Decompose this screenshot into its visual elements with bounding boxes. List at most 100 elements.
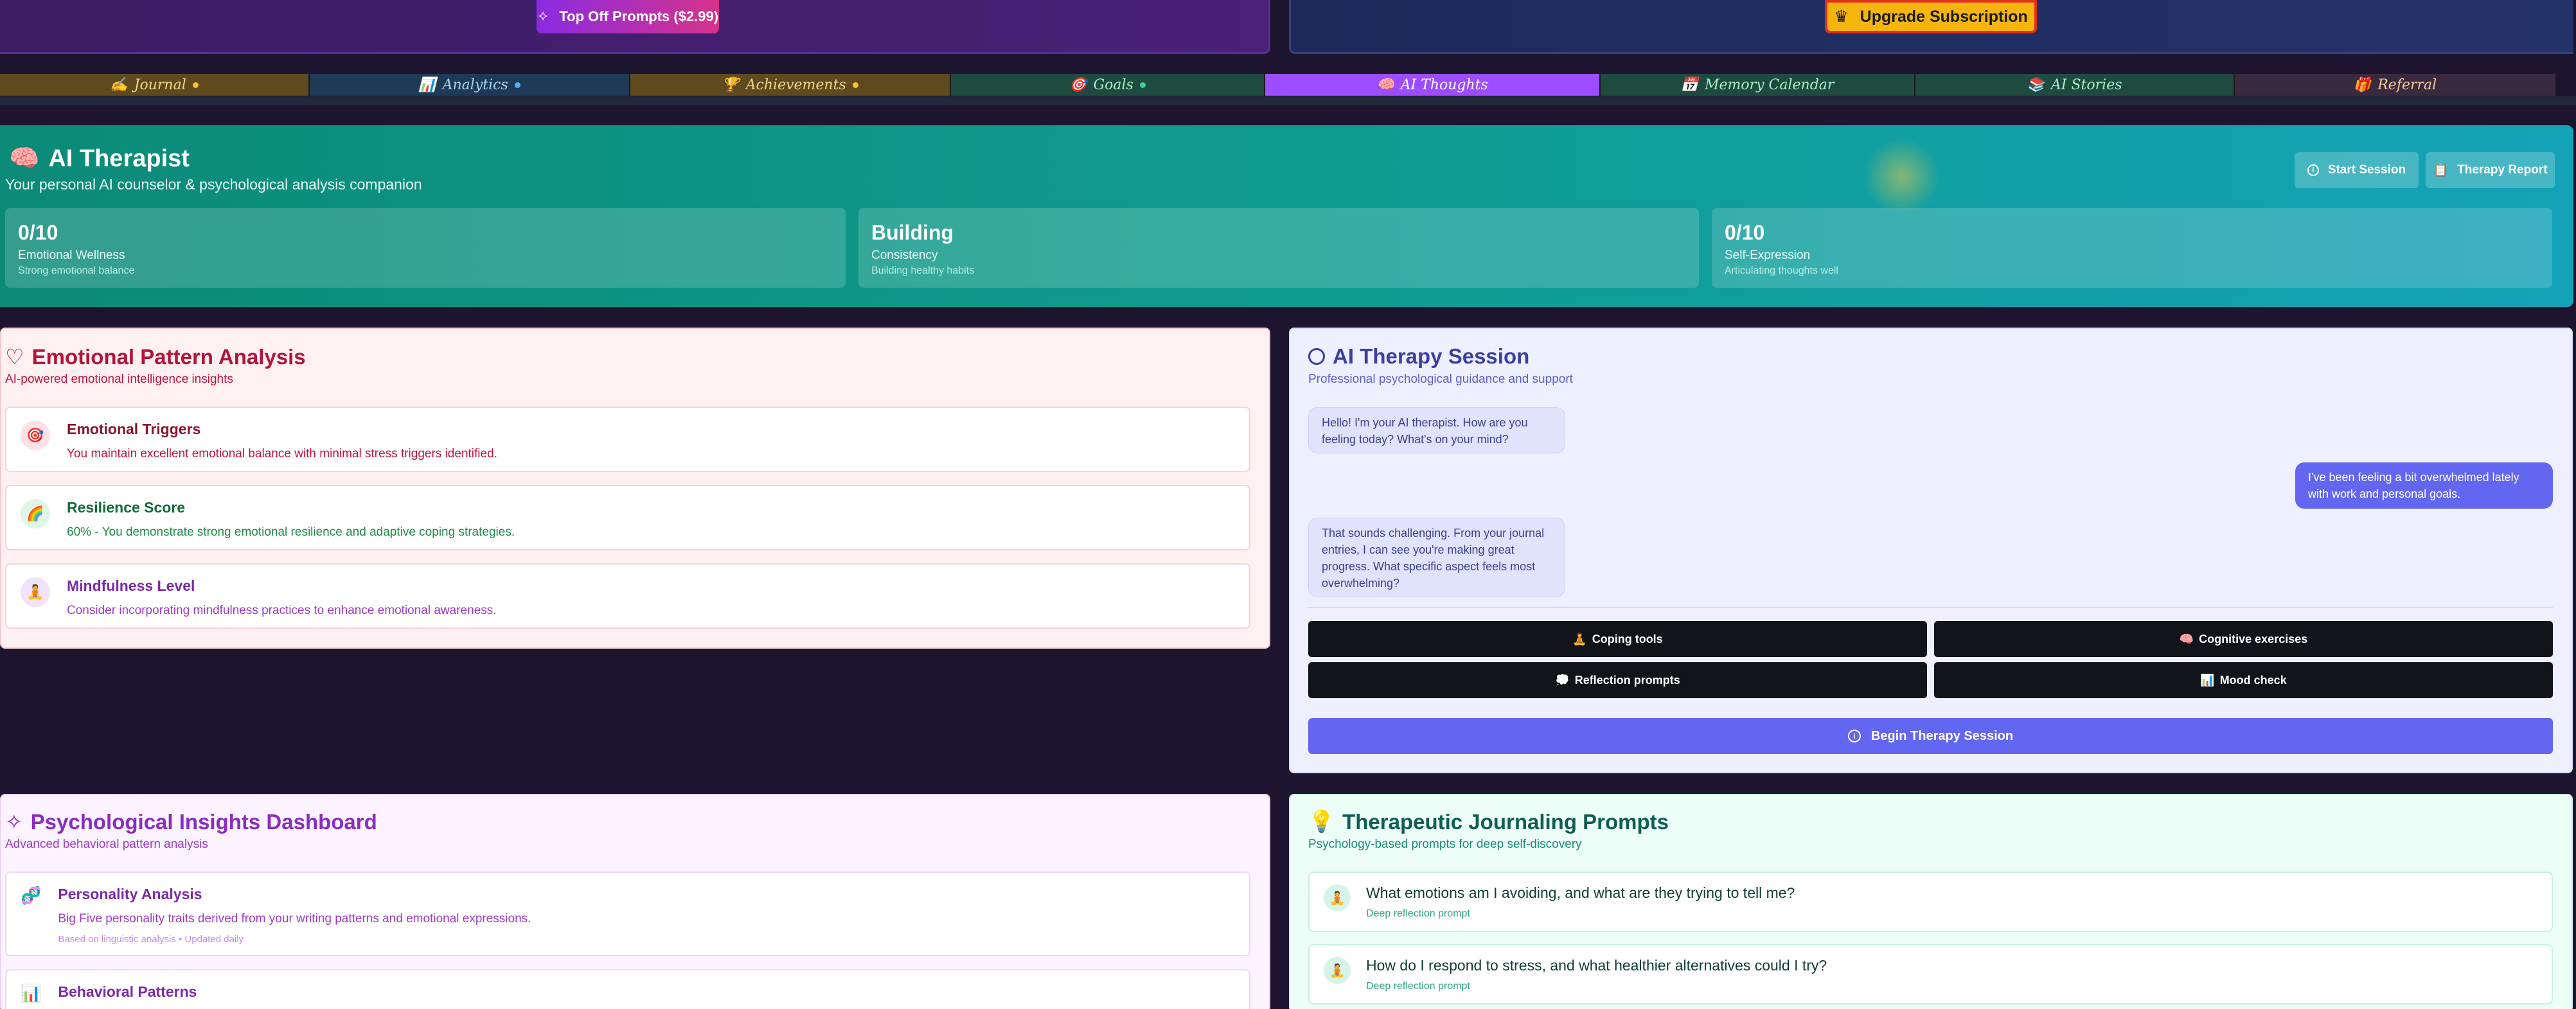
stat-desc: Building healthy habits: [871, 265, 975, 276]
ai-therapy-session-title-text: AI Therapy Session: [1333, 344, 1530, 368]
journaling-prompts-title: 💡 Therapeutic Journaling Prompts: [1308, 809, 1669, 834]
cognitive-exercises-button[interactable]: 🧠 Cognitive exercises: [1934, 621, 2553, 657]
prompt-meta: Deep reflection prompt: [1366, 981, 1470, 992]
meditation-icon: 🧘: [1572, 632, 1587, 645]
tab-indicator-dot: [1139, 82, 1146, 88]
target-icon: 🎯: [1069, 76, 1087, 93]
stat-desc: Strong emotional balance: [18, 265, 135, 276]
emotional-pattern-title-text: Emotional Pattern Analysis: [31, 344, 306, 369]
insight-card-behavioral-patterns: 📊 Behavioral Patterns: [5, 969, 1250, 1009]
sparkle-icon: ✧: [537, 8, 549, 24]
crown-icon: ♛: [1834, 8, 1849, 26]
hero-subtitle: Your personal AI counselor & psychologic…: [5, 176, 422, 193]
upgrade-subscription-button[interactable]: ♛ Upgrade Subscription: [1825, 0, 2037, 33]
calendar-icon: 📅: [1680, 76, 1698, 93]
card-title: Behavioral Patterns: [58, 983, 197, 1000]
therapy-report-label: Therapy Report: [2457, 163, 2548, 177]
dna-icon: 🧬: [21, 886, 42, 905]
lightbulb-icon: 💡: [1308, 809, 1335, 833]
stat-consistency: Building Consistency Building healthy ha…: [858, 208, 1699, 288]
brain-icon: 🧠: [1376, 76, 1394, 93]
insight-card-mindfulness-level: 🧘 Mindfulness Level Consider incorporati…: [5, 563, 1250, 629]
tab-goals[interactable]: 🎯 Goals: [951, 74, 1265, 96]
reflection-prompts-button[interactable]: 💭 Reflection prompts: [1308, 662, 1927, 698]
stat-label: Emotional Wellness: [18, 249, 125, 262]
stat-self-expression: 0/10 Self-Expression Articulating though…: [1712, 208, 2552, 288]
therapy-report-button[interactable]: 📋 Therapy Report: [2426, 152, 2555, 188]
card-text: You maintain excellent emotional balance…: [67, 447, 497, 461]
prompt-meta: Deep reflection prompt: [1366, 908, 1470, 919]
tab-label: AI Stories: [2050, 76, 2122, 93]
tab-analytics[interactable]: 📊 Analytics: [310, 74, 630, 96]
chat-message-user: I've been feeling a bit overwhelmed late…: [2295, 462, 2553, 509]
brain-icon: 🧠: [2179, 632, 2194, 645]
mood-check-button[interactable]: 📊 Mood check: [1934, 662, 2553, 698]
tab-journal[interactable]: ✍ Journal: [0, 74, 310, 96]
start-session-button[interactable]: i Start Session: [2295, 152, 2419, 188]
stat-desc: Articulating thoughts well: [1725, 265, 1838, 276]
tab-label: Memory Calendar: [1704, 76, 1834, 93]
psychological-insights-subtitle: Advanced behavioral pattern analysis: [5, 838, 208, 851]
tab-label: Achievements: [745, 76, 846, 93]
chart-icon: 📊: [418, 76, 436, 93]
top-off-prompts-button[interactable]: ✧ Top Off Prompts ($2.99): [537, 0, 719, 33]
card-title: Emotional Triggers: [67, 421, 201, 437]
journaling-prompts-subtitle: Psychology-based prompts for deep self-d…: [1308, 838, 1582, 851]
ai-therapy-session-subtitle: Professional psychological guidance and …: [1308, 373, 1573, 386]
insight-card-personality-analysis: 🧬 Personality Analysis Big Five personal…: [5, 872, 1250, 956]
card-text: Consider incorporating mindfulness pract…: [67, 604, 497, 617]
card-meta: Based on linguistic analysis • Updated d…: [58, 934, 244, 945]
journaling-prompts-title-text: Therapeutic Journaling Prompts: [1342, 809, 1669, 834]
insight-card-resilience-score: 🌈 Resilience Score 60% - You demonstrate…: [5, 485, 1250, 550]
hero-title: 🧠 AI Therapist: [9, 145, 190, 173]
emotional-pattern-title: ♡ Emotional Pattern Analysis: [5, 344, 306, 369]
tab-label: Analytics: [442, 76, 508, 93]
hero-glow-decoration: [1863, 138, 1941, 215]
tab-strip-underline: [0, 96, 2576, 105]
tab-indicator-dot: [192, 82, 199, 88]
tab-label: AI Thoughts: [1400, 76, 1488, 93]
card-title: Resilience Score: [67, 499, 186, 516]
quick-button-label: Cognitive exercises: [2199, 632, 2308, 645]
thought-bubble-icon: 💭: [1555, 673, 1570, 687]
tab-indicator-dot: [852, 82, 858, 88]
tab-label: Journal: [134, 76, 186, 93]
gift-icon: 🎁: [2353, 76, 2372, 93]
begin-therapy-session-button[interactable]: i Begin Therapy Session: [1308, 718, 2553, 754]
tab-memory-calendar[interactable]: 📅 Memory Calendar: [1601, 74, 1915, 96]
stat-value: 0/10: [1725, 221, 1765, 244]
tab-indicator-dot: [514, 82, 520, 88]
tab-achievements[interactable]: 🏆 Achievements: [630, 74, 951, 96]
card-title: Mindfulness Level: [67, 577, 195, 594]
journal-icon: ✍: [110, 76, 128, 93]
quick-button-label: Mood check: [2219, 673, 2287, 687]
coping-tools-button[interactable]: 🧘 Coping tools: [1308, 621, 1927, 657]
upgrade-subscription-label: Upgrade Subscription: [1860, 7, 2028, 26]
tab-ai-thoughts[interactable]: 🧠 AI Thoughts: [1265, 74, 1601, 96]
heart-icon: ♡: [5, 345, 24, 369]
prompt-text: How do I respond to stress, and what hea…: [1366, 957, 1827, 974]
chart-icon: 📊: [21, 983, 42, 1003]
trophy-icon: 🏆: [722, 76, 740, 93]
info-icon: i: [2307, 164, 2319, 176]
tab-referral[interactable]: 🎁 Referral: [2235, 74, 2557, 96]
top-off-prompts-label: Top Off Prompts ($2.99): [559, 8, 719, 24]
stat-value: Building: [871, 221, 954, 244]
meditation-icon: 🧘: [21, 577, 50, 607]
prompt-text: What emotions am I avoiding, and what ar…: [1366, 884, 1795, 901]
journaling-prompt-item[interactable]: 🧘 What emotions am I avoiding, and what …: [1308, 872, 2553, 932]
journaling-prompt-item[interactable]: 🧘 How do I respond to stress, and what h…: [1308, 944, 2553, 1005]
info-icon: i: [1847, 730, 1861, 742]
psychological-insights-title: ✧ Psychological Insights Dashboard: [5, 809, 377, 834]
tab-ai-stories[interactable]: 📚 AI Stories: [1915, 74, 2235, 96]
psychological-insights-title-text: Psychological Insights Dashboard: [30, 809, 377, 834]
stat-label: Self-Expression: [1725, 249, 1811, 262]
chat-message-ai: That sounds challenging. From your journ…: [1308, 518, 1565, 597]
stat-emotional-wellness: 0/10 Emotional Wellness Strong emotional…: [5, 208, 846, 288]
tab-label: Referral: [2377, 76, 2437, 93]
insight-card-emotional-triggers: 🎯 Emotional Triggers You maintain excell…: [5, 407, 1250, 472]
stat-label: Consistency: [871, 249, 938, 262]
chat-divider: [1308, 607, 2553, 608]
card-text: 60% - You demonstrate strong emotional r…: [67, 525, 515, 539]
report-icon: 📋: [2433, 164, 2449, 177]
